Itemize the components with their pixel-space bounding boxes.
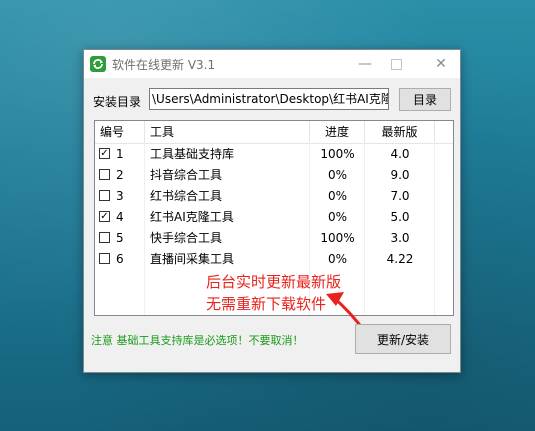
row-checkbox[interactable]: ✓ <box>99 211 110 222</box>
row-tool-name: 直播间采集工具 <box>150 252 235 266</box>
row-progress: 0% <box>327 210 348 224</box>
browse-dir-button[interactable]: 目录 <box>399 88 451 111</box>
table-row[interactable]: 2 抖音综合工具 0% 9.0 <box>95 165 453 186</box>
table-row[interactable]: ✓ 1 工具基础支持库 100% 4.0 <box>95 144 453 165</box>
row-number: 4 <box>116 210 124 224</box>
row-checkbox[interactable] <box>99 169 110 180</box>
install-dir-label: 安装目录 <box>93 95 142 109</box>
row-progress: 0% <box>327 168 348 182</box>
warning-notice: 注意 基础工具支持库是必选项！不要取消！ <box>91 334 304 347</box>
row-tool-name: 抖音综合工具 <box>150 168 223 182</box>
header-progress[interactable]: 进度 <box>310 121 365 143</box>
maximize-icon <box>390 58 402 70</box>
table-row[interactable]: 3 红书综合工具 0% 7.0 <box>95 186 453 207</box>
row-version: 7.0 <box>390 189 410 203</box>
row-version: 5.0 <box>390 210 410 224</box>
table-row[interactable]: 5 快手综合工具 100% 3.0 <box>95 228 453 249</box>
table-row[interactable]: ✓ 4 红书AI克隆工具 0% 5.0 <box>95 207 453 228</box>
header-version[interactable]: 最新版 <box>365 121 435 143</box>
row-progress: 0% <box>327 189 348 203</box>
promo-text-line1: 后台实时更新最新版 <box>206 273 342 291</box>
row-number: 6 <box>116 252 124 266</box>
row-number: 1 <box>116 147 124 161</box>
row-tool-name: 快手综合工具 <box>150 231 223 245</box>
row-tool-name: 工具基础支持库 <box>150 147 235 161</box>
header-tool[interactable]: 工具 <box>145 121 310 143</box>
title-bar: 软件在线更新 V3.1 — ✕ <box>84 50 460 78</box>
row-tool-name: 红书AI克隆工具 <box>150 210 234 224</box>
row-version: 4.0 <box>390 147 410 161</box>
close-icon: ✕ <box>435 56 447 72</box>
row-checkbox[interactable] <box>99 232 110 243</box>
minimize-icon: — <box>358 56 372 72</box>
close-button[interactable]: ✕ <box>425 50 457 78</box>
row-progress: 0% <box>327 252 348 266</box>
refresh-icon <box>90 56 106 72</box>
row-checkbox[interactable] <box>99 253 110 264</box>
update-window: 软件在线更新 V3.1 — ✕ 安装目录 \Users\Administrato… <box>83 49 461 373</box>
list-header: 编号 工具 进度 最新版 <box>95 121 453 144</box>
window-title: 软件在线更新 V3.1 <box>112 58 216 72</box>
row-version: 3.0 <box>390 231 410 245</box>
table-row[interactable]: 6 直播间采集工具 0% 4.22 <box>95 249 453 270</box>
promo-text-line2: 无需重新下载软件 <box>206 295 327 313</box>
minimize-button[interactable]: — <box>349 50 381 78</box>
row-number: 3 <box>116 189 124 203</box>
row-tool-name: 红书综合工具 <box>150 189 223 203</box>
row-version: 4.22 <box>386 252 414 266</box>
maximize-button[interactable] <box>380 50 412 78</box>
row-checkbox[interactable]: ✓ <box>99 148 110 159</box>
update-install-button[interactable]: 更新/安装 <box>355 324 451 354</box>
row-progress: 100% <box>320 231 355 245</box>
row-progress: 100% <box>320 147 355 161</box>
row-version: 9.0 <box>390 168 410 182</box>
row-number: 2 <box>116 168 124 182</box>
install-path-field[interactable]: \Users\Administrator\Desktop\红书AI克隆 <box>149 88 389 110</box>
header-number[interactable]: 编号 <box>95 121 145 143</box>
row-number: 5 <box>116 231 124 245</box>
row-checkbox[interactable] <box>99 190 110 201</box>
